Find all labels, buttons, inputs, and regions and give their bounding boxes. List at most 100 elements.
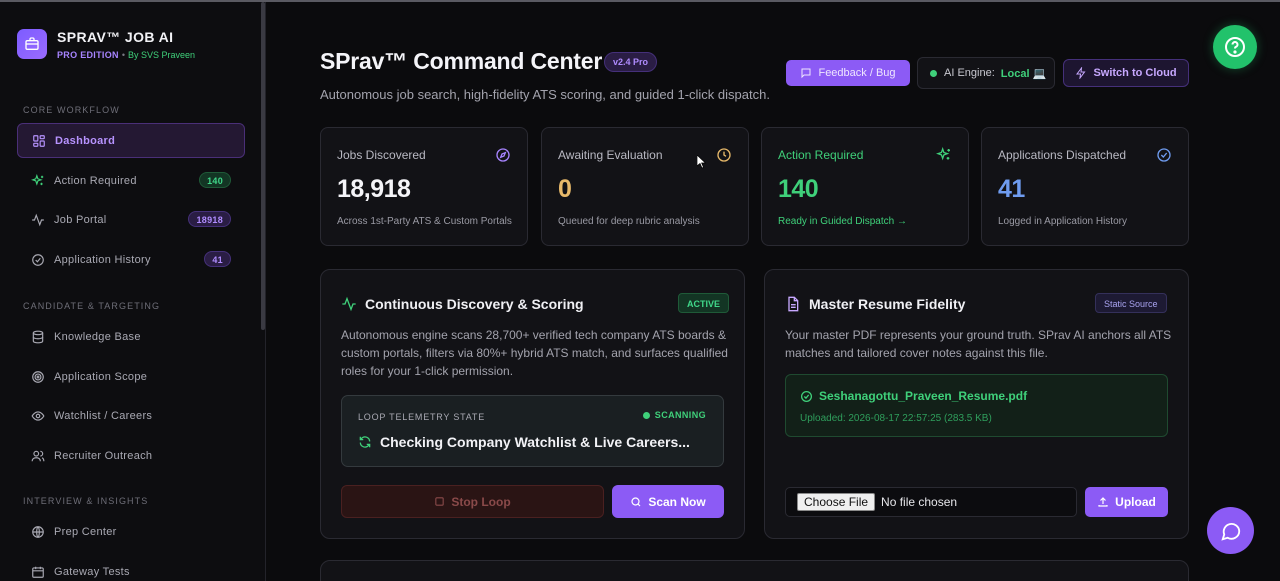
stat-note: Logged in Application History [998,216,1127,227]
sidebar-item-label: Application History [54,253,151,266]
sidebar-item-label: Prep Center [54,525,117,538]
stat-card-awaiting-evaluation: Awaiting Evaluation 0 Queued for deep ru… [541,127,749,246]
desc-line: Your master PDF represents your ground t… [785,328,1172,342]
stat-value: 140 [778,175,819,203]
sidebar-scrollbar[interactable] [261,2,265,330]
stop-loop-button[interactable]: Stop Loop [341,485,604,518]
upload-button[interactable]: Upload [1085,487,1168,517]
resume-file-input[interactable]: Choose File No file chosen [785,487,1077,517]
stat-label: Awaiting Evaluation [558,148,663,162]
feedback-button[interactable]: Feedback / Bug [786,60,910,86]
brand-title: SPRAV™ JOB AI [57,29,174,45]
sidebar-item-knowledge-base[interactable]: Knowledge Base [17,319,245,354]
sidebar-item-job-portal[interactable]: Job Portal 18918 [17,202,245,237]
lightning-icon [1075,67,1087,79]
globe-icon [31,525,45,539]
brand-author: By SVS Praveen [127,50,196,60]
count-badge: 140 [199,172,231,188]
sidebar-item-label: Gateway Tests [54,565,130,578]
sidebar-item-label: Recruiter Outreach [54,449,153,462]
resume-file-name[interactable]: Seshanagottu_Praveen_Resume.pdf [819,389,1027,403]
desc-line: custom portals, filters via 80%+ hybrid … [341,346,728,360]
engine-label: AI Engine: [944,67,995,79]
uploaded-file-card: Seshanagottu_Praveen_Resume.pdf Uploaded… [785,374,1168,437]
page-title: SPrav™ Command Center [320,48,603,74]
telemetry-text: Checking Company Watchlist & Live Career… [380,434,690,450]
section-core-workflow: CORE WORKFLOW [23,105,120,115]
sidebar-item-label: Application Scope [54,370,148,383]
eye-icon [31,409,45,423]
resume-panel: Master Resume Fidelity Static Source You… [764,269,1189,539]
status-dot [642,411,650,419]
brand-separator: • [121,50,125,60]
desc-line: roles for your 1-click permission. [341,364,514,378]
stat-note: Queued for deep rubric analysis [558,216,700,227]
document-icon [785,296,801,312]
sidebar-item-application-history[interactable]: Application History 41 [17,242,245,277]
help-button[interactable] [1213,25,1257,69]
source-badge: Static Source [1095,293,1167,313]
sidebar-item-watchlist-careers[interactable]: Watchlist / Careers [17,398,245,433]
stat-label: Action Required [778,148,864,162]
resume-file-meta: Uploaded: 2026-08-17 22:57:25 (283.5 KB) [800,413,992,424]
chat-bubble-icon [1220,520,1242,542]
sidebar-item-action-required[interactable]: Action Required 140 [17,163,245,198]
scan-now-label: Scan Now [648,494,706,509]
message-icon [800,67,812,79]
stat-note: Across 1st-Party ATS & Custom Portals [337,216,512,227]
stat-label: Applications Dispatched [998,148,1127,162]
version-badge: v2.4 Pro [604,52,658,72]
panel-description: Autonomous engine scans 28,700+ verified… [341,326,728,380]
stat-label: Jobs Discovered [337,148,426,162]
telemetry-state-label: SCANNING [654,410,706,420]
stat-value: 18,918 [337,175,411,203]
sidebar-item-gateway-tests[interactable]: Gateway Tests [17,554,245,581]
engine-value: Local 💻 [1000,67,1047,80]
sidebar: SPRAV™ JOB AI PRO EDITION • By SVS Praveen… [0,2,266,581]
sidebar-item-label: Job Portal [54,213,107,226]
scan-now-button[interactable]: Scan Now [612,485,724,518]
calendar-icon [31,565,45,579]
sidebar-item-label: Dashboard [55,134,116,147]
sidebar-item-dashboard[interactable]: Dashboard [17,123,245,158]
clock-icon [716,147,732,163]
users-icon [31,449,45,463]
count-badge: 41 [204,251,231,267]
status-dot [930,69,937,77]
sidebar-item-prep-center[interactable]: Prep Center [17,514,245,549]
refresh-icon [358,435,372,449]
status-badge: ACTIVE [678,293,730,313]
sparkle-icon [935,146,952,163]
stat-value: 0 [558,175,572,203]
choose-file-button[interactable]: Choose File [797,493,876,511]
count-badge: 18918 [188,211,231,227]
stat-card-action-required[interactable]: Action Required 140 Ready in Guided Disp… [761,127,969,246]
switch-to-cloud-label: Switch to Cloud [1093,67,1177,79]
check-circle-icon [1156,147,1172,163]
check-circle-icon [31,253,45,267]
sparkle-icon [31,173,45,188]
main-content: SPrav™ Command Center v2.4 Pro Autonomou… [267,2,1280,581]
pulse-icon [341,296,357,312]
next-panel [320,560,1189,581]
database-icon [31,330,45,344]
panel-title: Continuous Discovery & Scoring [365,296,584,312]
brand[interactable]: SPRAV™ JOB AI PRO EDITION • By SVS Praveen [17,29,195,60]
feedback-label: Feedback / Bug [818,67,896,79]
telemetry-label: LOOP TELEMETRY STATE [358,412,486,422]
check-circle-icon [800,390,813,403]
switch-to-cloud-button[interactable]: Switch to Cloud [1063,59,1189,87]
search-icon [630,496,642,508]
target-icon [31,370,45,384]
chat-button[interactable] [1207,507,1254,554]
section-interview-insights: INTERVIEW & INSIGHTS [23,496,149,506]
guided-dispatch-link[interactable]: Ready in Guided Dispatch → [778,216,907,227]
briefcase-icon [17,29,47,59]
mouse-cursor [697,155,707,169]
panel-title: Master Resume Fidelity [809,296,966,312]
page-subtitle: Autonomous job search, high-fidelity ATS… [320,87,770,102]
loop-telemetry: LOOP TELEMETRY STATE SCANNING Checking C… [341,395,724,467]
sidebar-item-application-scope[interactable]: Application Scope [17,359,245,394]
sidebar-item-recruiter-outreach[interactable]: Recruiter Outreach [17,438,245,473]
sidebar-item-label: Action Required [54,174,137,187]
